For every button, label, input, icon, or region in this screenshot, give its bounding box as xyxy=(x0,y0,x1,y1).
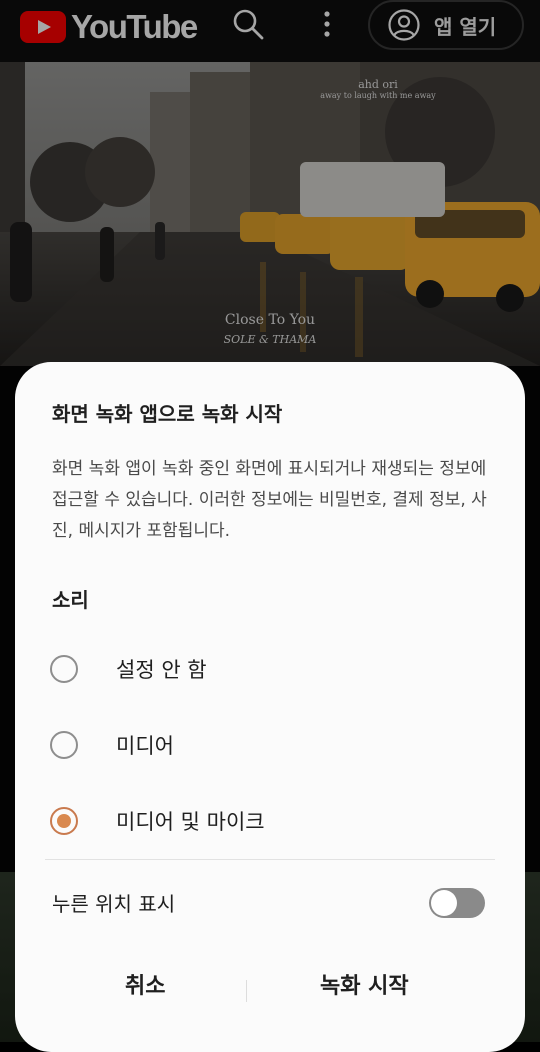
toggle-knob xyxy=(431,890,457,916)
radio-button[interactable] xyxy=(50,655,78,683)
sound-option-label: 설정 안 함 xyxy=(116,658,207,682)
sound-option-media[interactable]: 미디어 xyxy=(50,720,490,770)
screen-record-dialog: 화면 녹화 앱으로 녹화 시작 화면 녹화 앱이 녹화 중인 화면에 표시되거나… xyxy=(15,362,525,1052)
radio-button-selected[interactable] xyxy=(50,807,78,835)
cancel-button[interactable]: 취소 xyxy=(125,968,165,1000)
sound-option-media-mic[interactable]: 미디어 및 마이크 xyxy=(50,796,490,846)
dialog-description: 화면 녹화 앱이 녹화 중인 화면에 표시되거나 재생되는 정보에 접근할 수 … xyxy=(52,459,487,541)
show-touches-label: 누른 위치 표시 xyxy=(52,892,176,916)
sound-heading: 소리 xyxy=(52,588,89,612)
start-recording-button[interactable]: 녹화 시작 xyxy=(320,968,409,1000)
dialog-title: 화면 녹화 앱으로 녹화 시작 xyxy=(52,402,283,426)
sound-option-none[interactable]: 설정 안 함 xyxy=(50,644,490,694)
show-touches-toggle[interactable] xyxy=(429,888,485,918)
dialog-divider xyxy=(45,859,495,860)
sound-option-label: 미디어 xyxy=(116,734,174,758)
button-separator xyxy=(246,980,247,1002)
radio-button[interactable] xyxy=(50,731,78,759)
sound-option-label: 미디어 및 마이크 xyxy=(116,810,265,834)
